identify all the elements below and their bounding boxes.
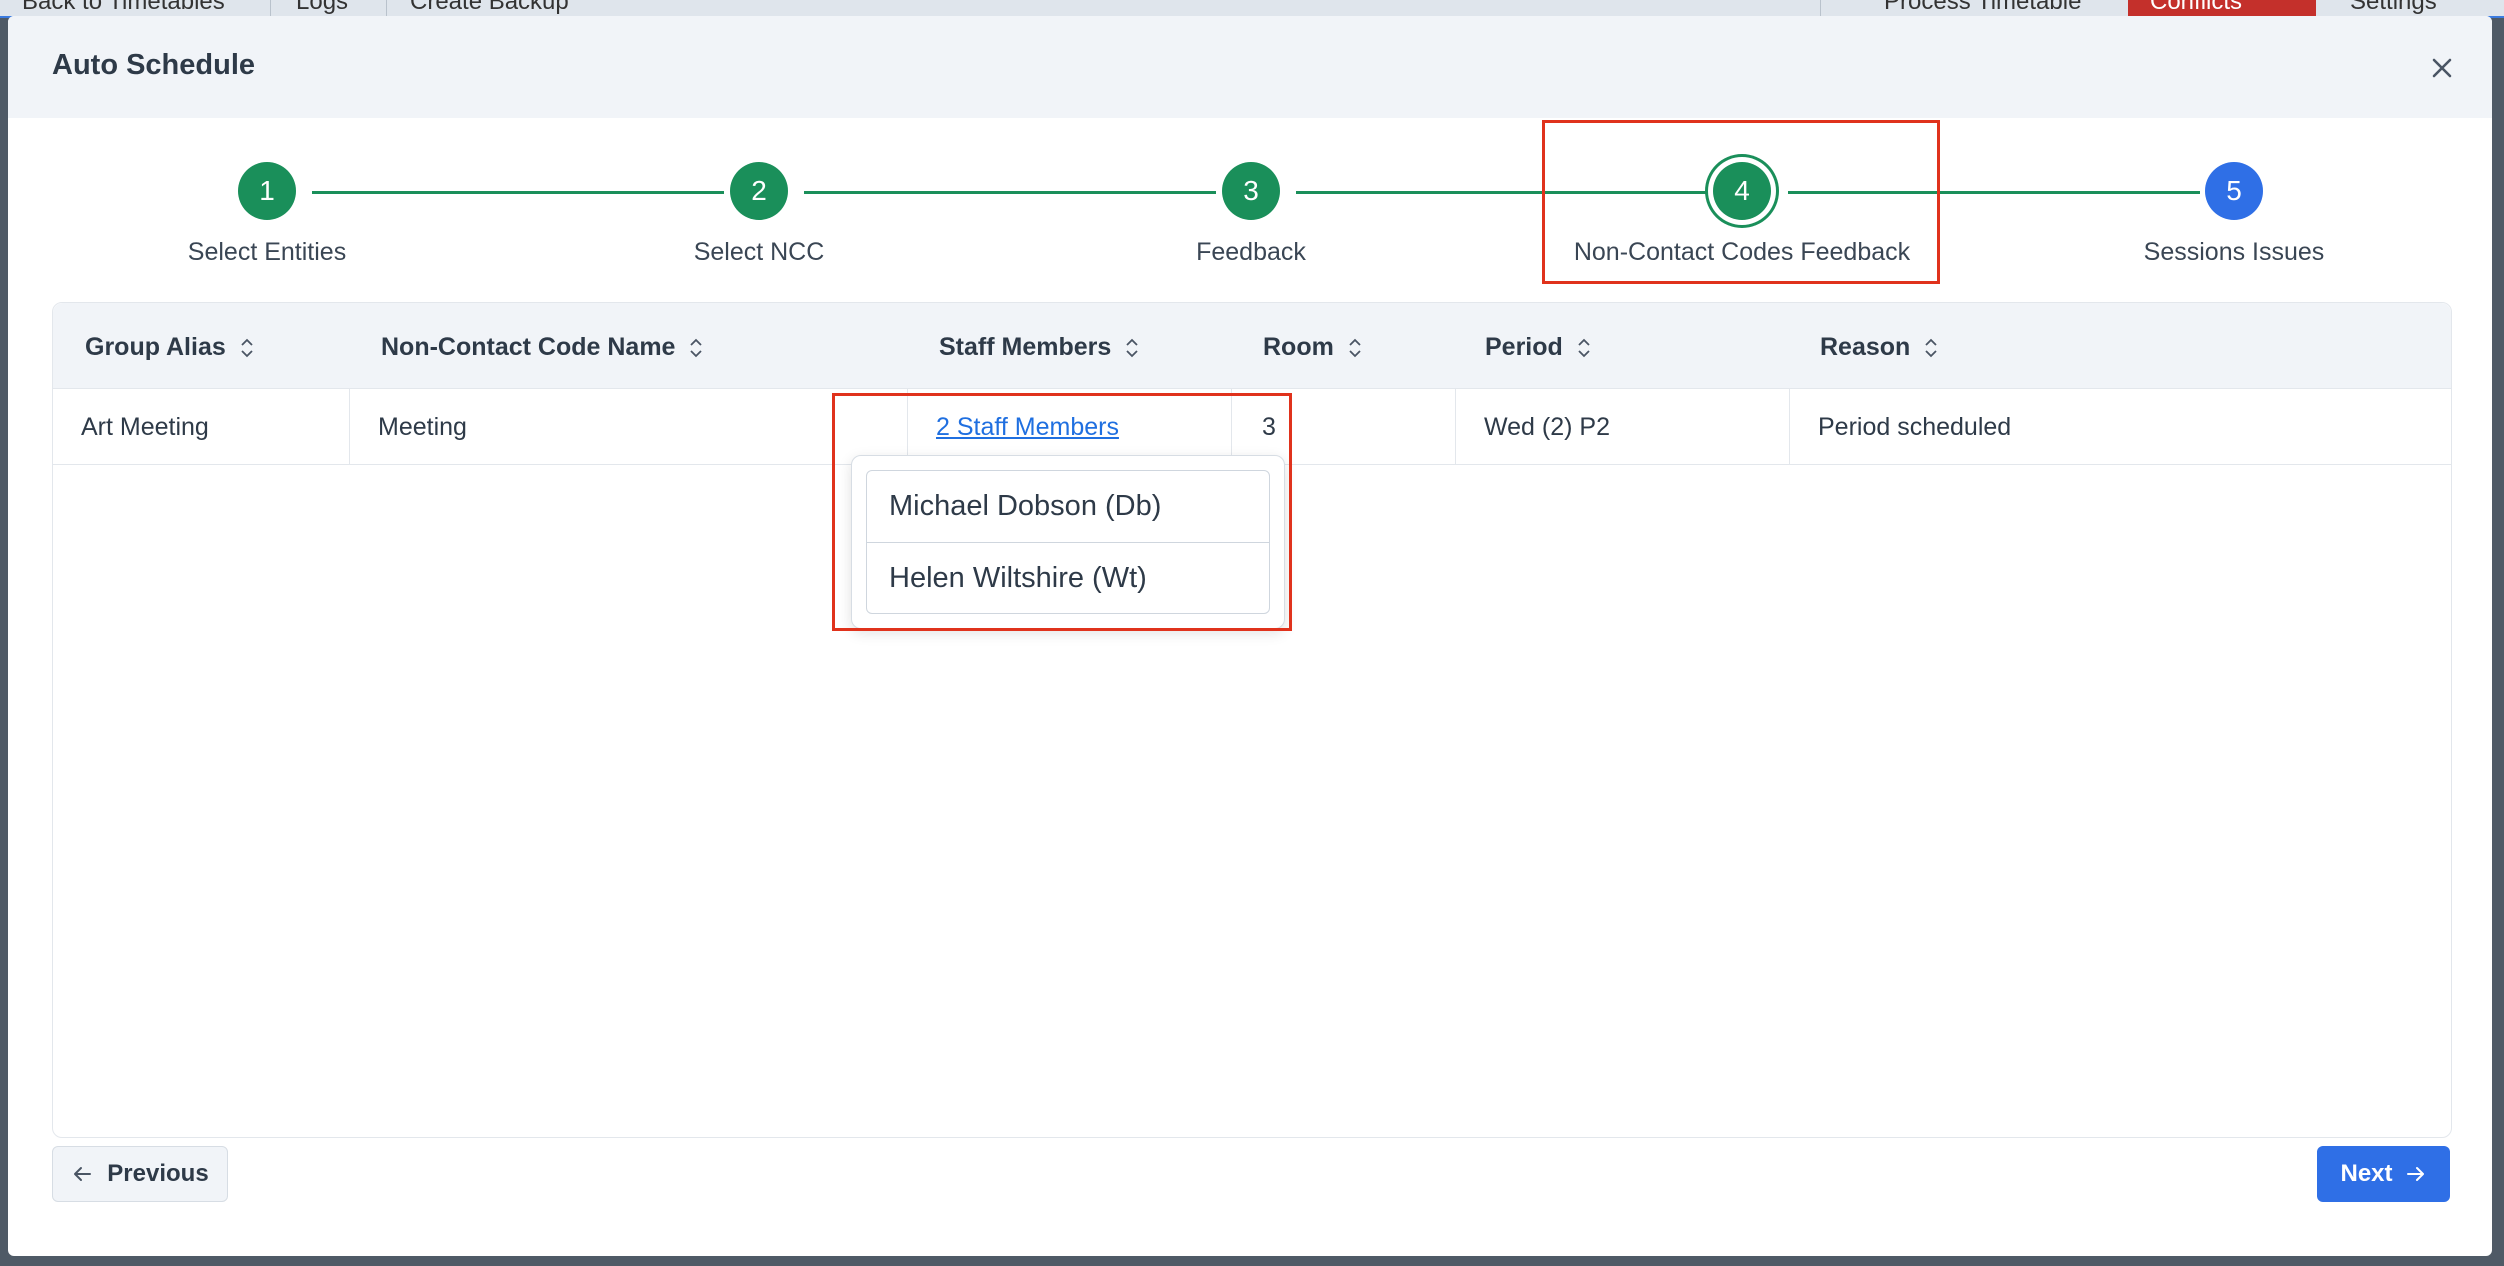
close-icon xyxy=(2432,58,2452,78)
next-button[interactable]: Next xyxy=(2317,1146,2450,1202)
step-number: 3 xyxy=(1222,162,1280,220)
cell-period: Wed (2) P2 xyxy=(1455,389,1789,465)
step-4[interactable]: 4 Non-Contact Codes Feedback xyxy=(1542,162,1942,267)
column-label: Group Alias xyxy=(85,333,226,361)
cell-group-alias: Art Meeting xyxy=(81,412,209,441)
table-header: Group Alias Non-Contact Code Name Staff … xyxy=(53,303,2451,389)
next-label: Next xyxy=(2340,1160,2393,1187)
back-to-timetables-button[interactable]: Back to Timetables xyxy=(22,0,225,16)
modal-title: Auto Schedule xyxy=(52,49,256,81)
previous-button[interactable]: Previous xyxy=(52,1146,228,1202)
column-header-reason[interactable]: Reason xyxy=(1820,333,1938,362)
column-label: Room xyxy=(1263,333,1334,361)
cell-room: 3 xyxy=(1231,389,1455,465)
sort-icon xyxy=(690,338,703,357)
step-number: 4 xyxy=(1713,162,1771,220)
column-header-group-alias[interactable]: Group Alias xyxy=(85,333,254,362)
staff-list-item: Helen Wiltshire (Wt) xyxy=(867,542,1269,613)
create-backup-button[interactable]: Create Backup xyxy=(410,0,569,16)
previous-label: Previous xyxy=(107,1160,209,1187)
arrow-right-icon xyxy=(2406,1167,2424,1181)
staff-list: Michael Dobson (Db) Helen Wiltshire (Wt) xyxy=(866,470,1270,614)
process-timetable-button[interactable]: Process Timetable xyxy=(1884,0,2081,16)
column-header-period[interactable]: Period xyxy=(1485,333,1591,362)
auto-schedule-modal: Auto Schedule 1 Select Entities 2 Select… xyxy=(8,16,2492,1256)
staff-members-popover: Michael Dobson (Db) Helen Wiltshire (Wt) xyxy=(851,455,1285,629)
step-5[interactable]: 5 Sessions Issues xyxy=(2034,162,2434,267)
column-label: Non-Contact Code Name xyxy=(381,333,676,361)
column-header-ncc-name[interactable]: Non-Contact Code Name xyxy=(381,333,703,362)
column-header-staff-members[interactable]: Staff Members xyxy=(939,333,1139,362)
cell-staff-members: 2 Staff Members xyxy=(907,389,1231,465)
sort-icon xyxy=(1349,338,1361,357)
column-label: Staff Members xyxy=(939,333,1112,361)
staff-members-link[interactable]: 2 Staff Members xyxy=(936,413,1119,442)
step-label: Sessions Issues xyxy=(2143,238,2325,266)
sort-icon xyxy=(1578,338,1590,357)
stepper: 1 Select Entities 2 Select NCC 3 Feedbac… xyxy=(8,118,2492,308)
step-label: Non-Contact Codes Feedback xyxy=(1573,238,1911,266)
staff-list-item: Michael Dobson (Db) xyxy=(889,490,1162,522)
ncc-feedback-table: Group Alias Non-Contact Code Name Staff … xyxy=(52,302,2452,1138)
column-header-room[interactable]: Room xyxy=(1263,333,1362,362)
step-number: 5 xyxy=(2205,162,2263,220)
logs-button[interactable]: Logs xyxy=(296,0,348,16)
cell-ncc-name: Meeting xyxy=(349,389,907,465)
step-label: Select Entities xyxy=(187,238,347,266)
column-label: Period xyxy=(1485,333,1563,361)
step-1[interactable]: 1 Select Entities xyxy=(67,162,467,267)
step-3[interactable]: 3 Feedback xyxy=(1051,162,1451,267)
cell-reason: Period scheduled xyxy=(1789,389,2453,465)
table-row: Art Meeting Meeting 2 Staff Members 3 We… xyxy=(53,389,2451,465)
sort-icon xyxy=(241,338,253,357)
modal-header: Auto Schedule xyxy=(8,16,2492,118)
sort-icon xyxy=(1925,338,1937,357)
step-label: Feedback xyxy=(1196,238,1306,266)
close-button[interactable] xyxy=(2422,48,2462,88)
step-label: Select NCC xyxy=(693,238,825,266)
sort-icon xyxy=(1126,338,1138,357)
conflicts-label: Conflicts xyxy=(2150,0,2243,15)
column-label: Reason xyxy=(1820,333,1911,361)
step-number: 1 xyxy=(238,162,296,220)
step-number: 2 xyxy=(730,162,788,220)
settings-button[interactable]: Settings xyxy=(2350,0,2437,16)
arrow-left-icon xyxy=(74,1167,92,1181)
step-2[interactable]: 2 Select NCC xyxy=(559,162,959,267)
